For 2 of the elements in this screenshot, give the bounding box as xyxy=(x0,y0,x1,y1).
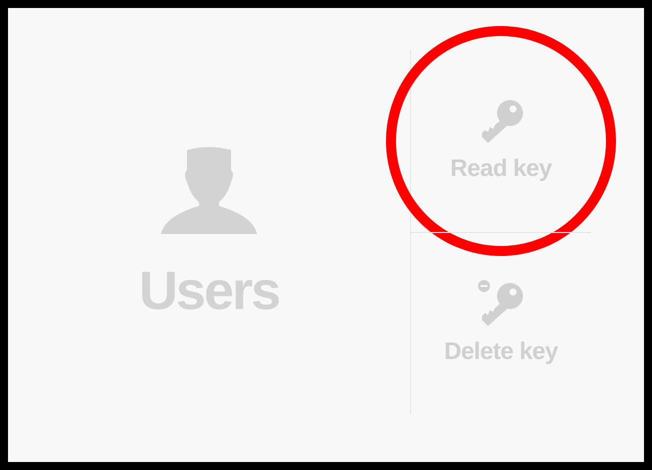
remove-key-icon[interactable] xyxy=(478,280,524,326)
user-icon xyxy=(161,146,257,234)
